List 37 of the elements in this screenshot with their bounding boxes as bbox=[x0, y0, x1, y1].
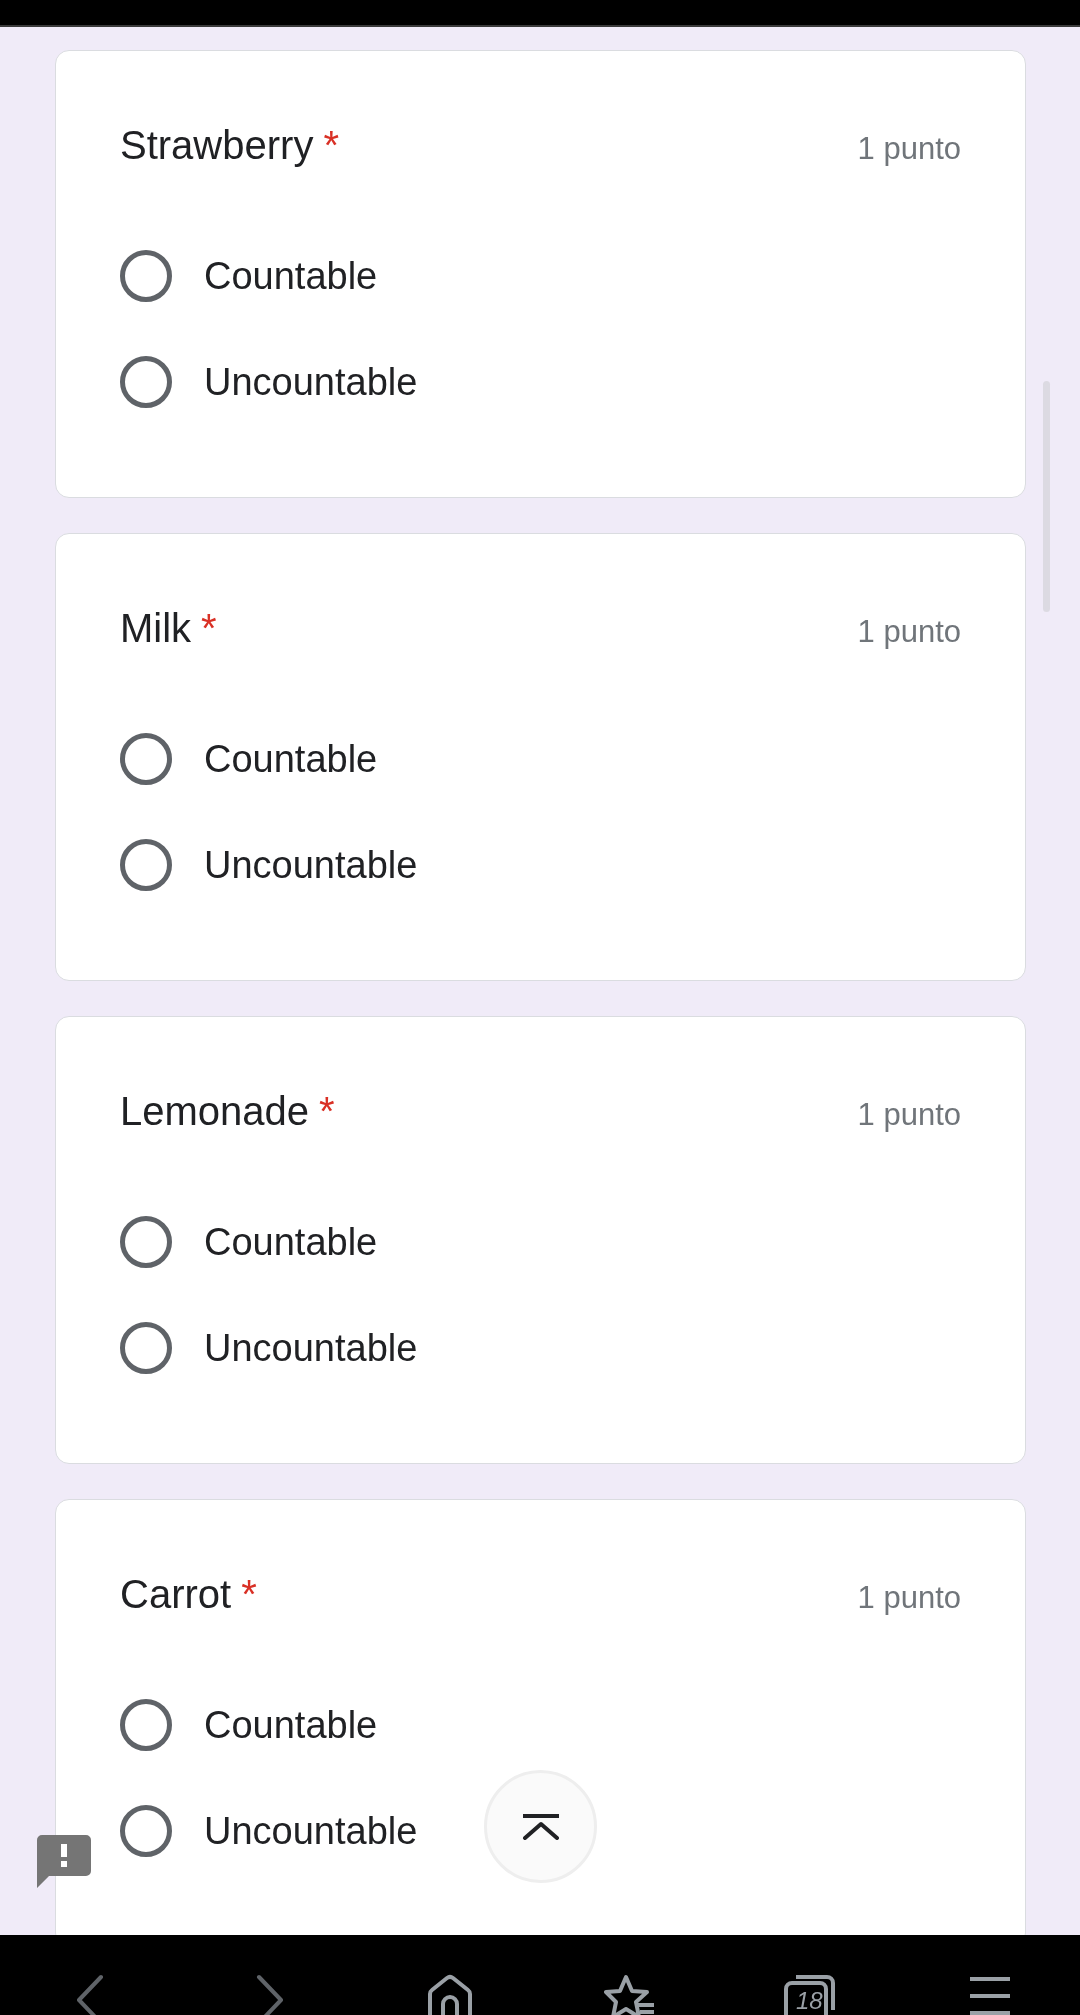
radio-button[interactable] bbox=[120, 733, 172, 785]
forward-icon[interactable] bbox=[256, 1974, 284, 2015]
required-mark: * bbox=[319, 1088, 335, 1135]
option-label: Countable bbox=[204, 1220, 378, 1265]
tabs-icon bbox=[784, 1974, 836, 2015]
back-icon[interactable] bbox=[76, 1974, 104, 2015]
radio-button[interactable] bbox=[120, 1216, 172, 1268]
required-mark: * bbox=[323, 122, 339, 169]
question-title: Lemonade bbox=[120, 1088, 310, 1135]
option-label: Uncountable bbox=[204, 1326, 418, 1371]
feedback-icon[interactable] bbox=[37, 1835, 91, 1888]
radio-button[interactable] bbox=[120, 1322, 172, 1374]
question-title: Carrot bbox=[120, 1571, 232, 1618]
radio-button[interactable] bbox=[120, 250, 172, 302]
radio-button[interactable] bbox=[120, 1805, 172, 1857]
radio-button[interactable] bbox=[120, 1699, 172, 1751]
points-label: 1 punto bbox=[857, 1096, 961, 1134]
required-mark: * bbox=[201, 605, 217, 652]
question-title: Strawberry bbox=[120, 122, 314, 169]
option-label: Countable bbox=[204, 254, 378, 299]
points-label: 1 punto bbox=[857, 130, 961, 168]
points-label: 1 punto bbox=[857, 613, 961, 651]
tabs-button[interactable]: 18 bbox=[784, 1974, 836, 2015]
option-label: Uncountable bbox=[204, 843, 418, 888]
option-label: Countable bbox=[204, 737, 378, 782]
scroll-to-top-icon bbox=[521, 1813, 560, 1840]
required-mark: * bbox=[241, 1571, 257, 1618]
radio-button[interactable] bbox=[120, 839, 172, 891]
points-label: 1 punto bbox=[857, 1579, 961, 1617]
star-list-icon[interactable] bbox=[604, 1974, 656, 2015]
option-label: Countable bbox=[204, 1703, 378, 1748]
menu-icon[interactable] bbox=[969, 1974, 1011, 2015]
question-title: Milk bbox=[120, 605, 192, 652]
option-label: Uncountable bbox=[204, 360, 418, 405]
home-icon[interactable] bbox=[426, 1974, 474, 2015]
radio-button[interactable] bbox=[120, 356, 172, 408]
option-label: Uncountable bbox=[204, 1809, 418, 1854]
